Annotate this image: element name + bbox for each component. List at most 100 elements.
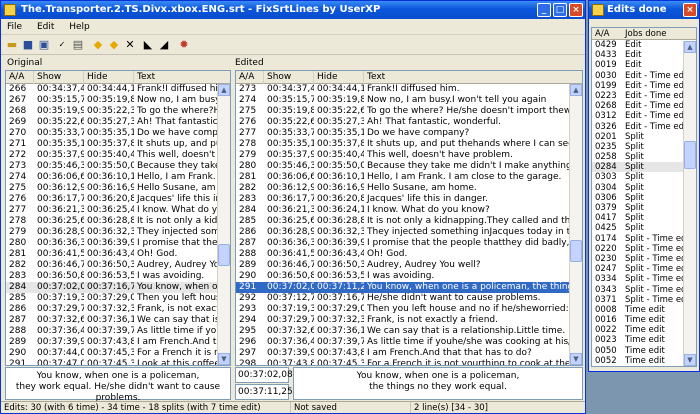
table-row[interactable]: 278 00:36:25,67300:36:28,801It is not onl… [6, 216, 230, 227]
table-row[interactable]: 0433 Edit [592, 50, 696, 60]
next-icon[interactable]: ◆ [107, 38, 121, 52]
show-time-input[interactable]: 00:37:02,086 [235, 367, 298, 383]
edited-scrollbar[interactable]: ▲ ▼ [569, 84, 582, 365]
table-row[interactable]: 278 00:35:35,15100:35:37,821It shuts up, … [236, 139, 582, 150]
table-row[interactable]: 290 00:36:50,87100:36:53,541I was avoidin… [236, 271, 582, 282]
table-row[interactable]: 287 00:37:32,63100:37:36,177We can say th… [6, 315, 230, 326]
table-row[interactable]: 291 00:37:47,06300:37:45,396Look at this … [6, 359, 230, 365]
table-row[interactable]: 273 00:34:37,49600:34:44,129Frank!I diffu… [236, 84, 582, 95]
table-row[interactable]: 0429 Edit [592, 40, 696, 50]
original-grid[interactable]: A/A Show Hide Text 266 00:34:37,49600:34:… [5, 70, 231, 366]
minimize-button[interactable]: _ [537, 3, 551, 17]
table-row[interactable]: 280 00:36:36,39400:36:39,940I promise tha… [6, 238, 230, 249]
table-row[interactable]: 288 00:36:41,52600:36:43,487Oh! God. [236, 249, 582, 260]
table-row[interactable]: 0306 Split [592, 193, 696, 203]
table-row[interactable]: 274 00:35:15,79400:35:19,882Now no, I am … [236, 95, 582, 106]
table-row[interactable]: 277 00:35:33,73300:35:35,109Do we have co… [236, 128, 582, 139]
table-row[interactable]: 271 00:35:35,15100:35:37,821It shuts up, … [6, 139, 230, 150]
table-row[interactable]: 0247Split - Time edit [592, 264, 696, 274]
table-row[interactable]: 294 00:37:29,79400:37:32,339Frank, is not… [236, 315, 582, 326]
table-row[interactable]: 0258 Split [592, 152, 696, 162]
table-row[interactable]: 0201 Split [592, 132, 696, 142]
table-row[interactable]: 276 00:35:22,67700:35:27,308Ah! That fant… [236, 117, 582, 128]
column-header[interactable]: A/A [6, 71, 34, 84]
table-row[interactable]: 0052 Time edit [592, 356, 696, 366]
table-row[interactable]: 267 00:35:15,79400:35:19,882Now no, I am … [6, 95, 230, 106]
column-header[interactable]: Text [364, 71, 582, 84]
table-row[interactable]: 0268 Edit - Time edit [592, 101, 696, 111]
split-right-icon[interactable]: ◢ [157, 38, 171, 52]
table-row[interactable]: 291 00:37:02,08600:37:11,257You know, whe… [236, 282, 582, 293]
table-row[interactable]: 289 00:37:39,93200:37:43,895I am French.A… [6, 337, 230, 348]
edits-scrollbar[interactable]: ▲ ▼ [683, 41, 696, 366]
column-header[interactable]: Text [134, 71, 230, 84]
column-header[interactable]: A/A [236, 71, 264, 84]
scroll-down-arrow[interactable]: ▼ [684, 354, 696, 366]
title-bar[interactable]: The.Transporter.2.TS.Divx.xbox.ENG.srt -… [1, 1, 585, 19]
table-row[interactable]: 0284 Split [592, 162, 696, 173]
table-row[interactable]: 283 00:36:17,74600:36:20,875Jacques' life… [236, 194, 582, 205]
table-row[interactable]: 280 00:35:46,37300:35:50,086Because they … [236, 161, 582, 172]
preview-icon[interactable]: ▤ [71, 38, 85, 52]
menu-edit[interactable]: Edit [31, 19, 60, 35]
settings-icon[interactable]: ✹ [177, 38, 191, 52]
menu-file[interactable]: File [1, 19, 28, 35]
open-icon[interactable]: ▬ [5, 38, 19, 52]
column-header[interactable]: Show [34, 71, 84, 84]
table-row[interactable]: 0019 Edit [592, 60, 696, 70]
table-row[interactable]: 0220Split - Time edit [592, 244, 696, 254]
table-row[interactable]: 283 00:36:50,87100:36:53,541I was avoidin… [6, 271, 230, 282]
edited-text-box[interactable]: You know, when one is a policeman, the t… [293, 367, 583, 400]
table-row[interactable]: 279 00:35:37,94600:35:40,449This well, do… [236, 150, 582, 161]
table-row[interactable]: 0016 Time edit [592, 315, 696, 325]
table-row[interactable]: 0371Split - Time edit [592, 295, 696, 305]
delete-icon[interactable]: ✕ [123, 38, 137, 52]
table-row[interactable]: 0022 Time edit [592, 325, 696, 335]
table-row[interactable]: 295 00:37:32,63100:37:36,177We can say th… [236, 326, 582, 337]
column-header[interactable]: Show [264, 71, 314, 84]
table-row[interactable]: 0326 Edit - Time edit [592, 122, 696, 132]
hide-time-input[interactable]: 00:37:11,257 [235, 384, 298, 400]
table-row[interactable]: 293 00:37:19,36500:37:29,002Then you left… [236, 304, 582, 315]
column-header[interactable]: Hide [84, 71, 134, 84]
table-row[interactable]: 298 00:37:43,89600:37:45,356For a French … [236, 359, 582, 365]
split-left-icon[interactable]: ◣ [141, 38, 155, 52]
maximize-button[interactable]: □ [553, 3, 567, 17]
table-row[interactable]: 285 00:36:25,67300:36:28,801It is not onl… [236, 216, 582, 227]
table-row[interactable]: 286 00:37:29,79400:37:32,339Frank, is not… [6, 304, 230, 315]
column-header[interactable]: Jobs done [622, 28, 666, 40]
table-row[interactable]: 279 00:36:28,96800:36:32,389They injected… [6, 227, 230, 238]
table-row[interactable]: 0417 Split [592, 213, 696, 223]
scroll-thumb[interactable] [570, 240, 582, 262]
table-row[interactable]: 0030 Edit - Time edit [592, 71, 696, 81]
scroll-thumb[interactable] [684, 141, 696, 169]
table-row[interactable]: 297 00:37:39,93200:37:43,895I am French.A… [236, 348, 582, 359]
table-row[interactable]: 0199 Edit - Time edit [592, 81, 696, 91]
table-row[interactable]: 272 00:35:37,94600:35:40,449This well, do… [6, 150, 230, 161]
table-row[interactable]: 286 00:36:28,96800:36:32,389They injected… [236, 227, 582, 238]
save-as-icon[interactable]: ▣ [37, 38, 51, 52]
table-row[interactable]: 277 00:36:21,33400:36:25,422I know. What … [6, 205, 230, 216]
edited-grid[interactable]: A/A Show Hide Text 273 00:34:37,49600:34:… [235, 70, 583, 366]
scroll-thumb[interactable] [218, 244, 230, 266]
table-row[interactable]: 0312 Edit - Time edit [592, 111, 696, 121]
table-row[interactable]: 284 00:36:21,33400:36:24,127I know. What … [236, 205, 582, 216]
table-row[interactable]: 270 00:35:33,73300:35:35,109Do we have co… [6, 128, 230, 139]
table-row[interactable]: 0050 Time edit [592, 346, 696, 356]
previous-icon[interactable]: ◆ [91, 38, 105, 52]
menu-help[interactable]: Help [63, 19, 96, 35]
edits-title-bar[interactable]: Edits done × [589, 1, 699, 19]
scroll-up-arrow[interactable]: ▲ [684, 41, 696, 53]
spellcheck-icon[interactable]: ✓ [55, 38, 69, 52]
table-row[interactable]: 0223 Edit - Time edit [592, 91, 696, 101]
table-row[interactable]: 0235 Split [592, 142, 696, 152]
table-row[interactable]: 0379 Split [592, 203, 696, 213]
table-row[interactable]: 274 00:36:06,60700:36:10,111Hello, I am F… [6, 172, 230, 183]
edits-list[interactable]: A/A Jobs done 0429 Edit 0433 Edit 0019 Edit 00… [591, 27, 697, 367]
table-row[interactable]: 282 00:36:12,90700:36:16,995Hello Susane,… [236, 183, 582, 194]
table-row[interactable]: 268 00:35:19,92400:35:22,385To go the whe… [6, 106, 230, 117]
table-row[interactable]: 282 00:36:46,74100:36:50,328Audrey, Audre… [6, 260, 230, 271]
table-row[interactable]: 0425 Split [592, 223, 696, 233]
scroll-down-arrow[interactable]: ▼ [218, 353, 230, 365]
table-row[interactable]: 0008 Time edit [592, 305, 696, 315]
